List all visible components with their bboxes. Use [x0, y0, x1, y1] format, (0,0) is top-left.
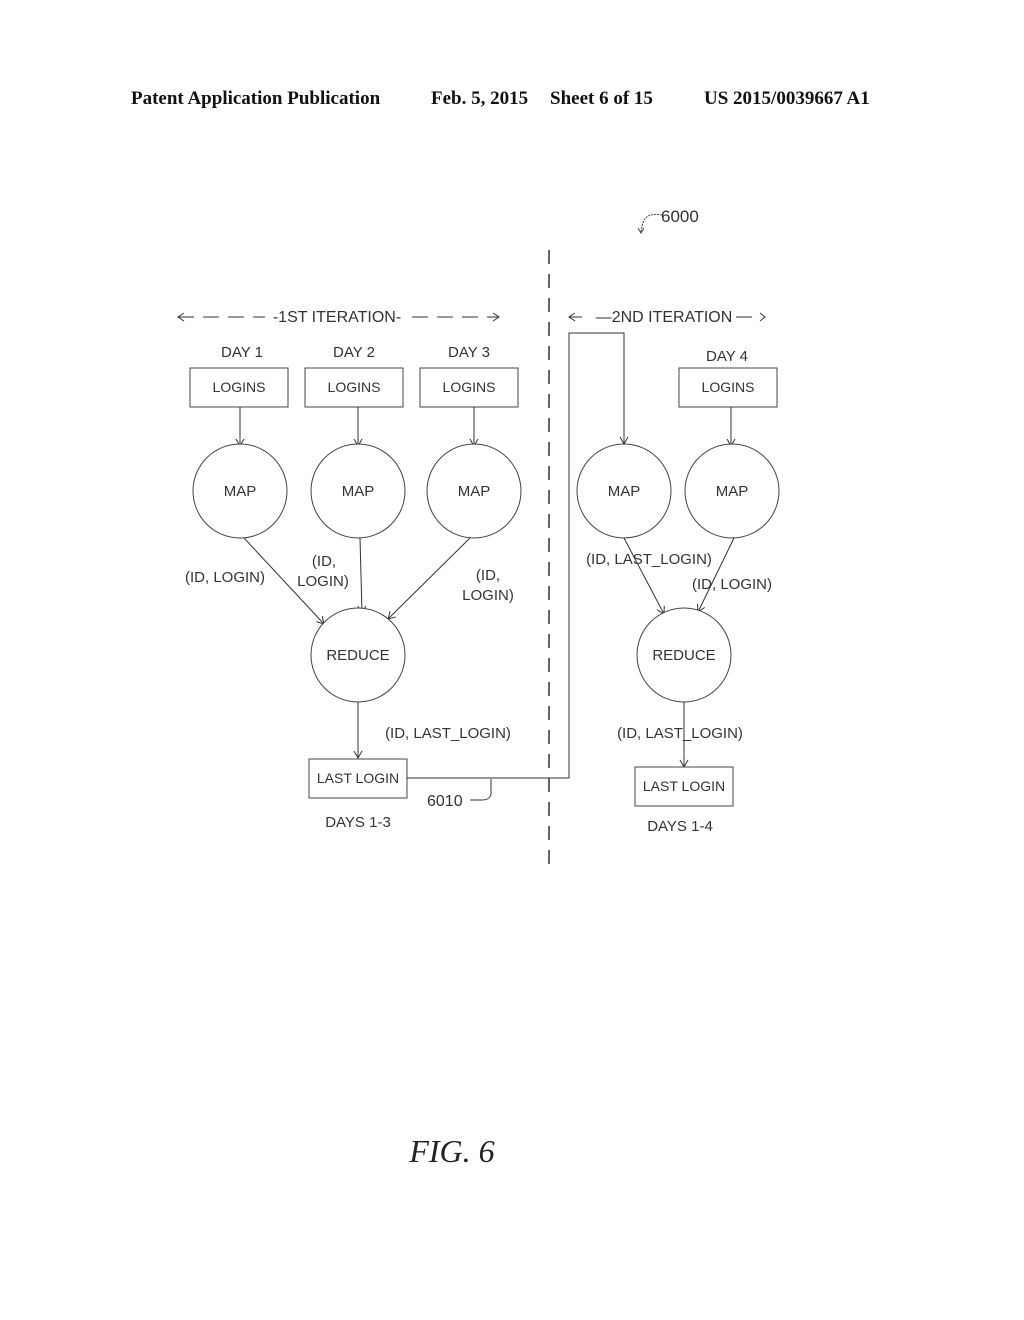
edge-map3-reduce1	[387, 537, 471, 620]
edge-label-map5: (ID, LOGIN)	[692, 576, 772, 593]
day-2-label: DAY 2	[333, 344, 375, 361]
day-4-label: DAY 4	[706, 348, 748, 365]
last-login-label: LAST LOGIN	[317, 770, 399, 786]
ref-6000-label: 6000	[661, 207, 699, 226]
edge-map4-reduce2	[623, 537, 665, 615]
logins-label: LOGINS	[702, 379, 755, 395]
iteration-1-label: -1ST ITERATION-	[273, 309, 401, 326]
map-label: MAP	[458, 483, 491, 500]
logins-label: LOGINS	[443, 379, 496, 395]
edge-label-map1: (ID, LOGIN)	[185, 569, 265, 586]
logins-label: LOGINS	[328, 379, 381, 395]
reduce-node-1: REDUCE	[310, 607, 406, 703]
map-label: MAP	[716, 483, 749, 500]
iteration-2-label: —2ND ITERATION	[596, 309, 733, 326]
edge-label-map2-line1: (ID,	[312, 553, 336, 570]
reduce-node-2: REDUCE	[636, 607, 732, 703]
leader-line-6000	[640, 213, 663, 233]
logins-box-day3: LOGINS	[419, 367, 519, 408]
days-1-3-label: DAYS 1-3	[325, 814, 391, 831]
logins-box-day1: LOGINS	[189, 367, 289, 408]
last-login-box-days-1-3: LAST LOGIN	[308, 758, 408, 799]
map-label: MAP	[224, 483, 257, 500]
reduce-label: REDUCE	[652, 647, 715, 664]
map-label: MAP	[608, 483, 641, 500]
logins-box-day4: LOGINS	[678, 367, 778, 408]
edge-label-map3-line1: (ID,	[476, 567, 500, 584]
edge-map2-reduce1	[357, 537, 367, 615]
iteration-2-banner: —2ND ITERATION	[568, 309, 766, 326]
map-label: MAP	[342, 483, 375, 500]
last-login-box-days-1-4: LAST LOGIN	[634, 766, 734, 807]
day-1-label: DAY 1	[221, 344, 263, 361]
day-3-label: DAY 3	[448, 344, 490, 361]
edge-label-map3-line2: LOGIN)	[462, 587, 514, 604]
map-node-1: MAP	[192, 443, 288, 539]
reduce-label: REDUCE	[326, 647, 389, 664]
map-node-5: MAP	[684, 443, 780, 539]
days-1-4-label: DAYS 1-4	[647, 818, 713, 835]
edge-map5-reduce2	[696, 537, 735, 613]
map-node-2: MAP	[310, 443, 406, 539]
leader-line-6010	[470, 779, 492, 801]
edge-label-map4: (ID, LAST_LOGIN)	[586, 551, 712, 568]
edge-label-reduce1: (ID, LAST_LOGIN)	[385, 725, 511, 742]
arrow-right-icon	[759, 312, 766, 322]
reference-6000: 6000	[637, 207, 699, 234]
logins-label: LOGINS	[213, 379, 266, 395]
edge-label-map2-line2: LOGIN)	[297, 573, 349, 590]
figure-caption: FIG. 6	[408, 1133, 494, 1169]
mapreduce-diagram: 6000 -1ST ITERATION- —2ND ITERATION DAY …	[177, 207, 780, 1169]
last-login-label: LAST LOGIN	[643, 778, 725, 794]
edge-label-reduce2: (ID, LAST_LOGIN)	[617, 725, 743, 742]
ref-6010-label: 6010	[427, 793, 463, 810]
logins-box-day2: LOGINS	[304, 367, 404, 408]
iteration-1-banner: -1ST ITERATION-	[177, 309, 500, 326]
map-node-4: MAP	[576, 443, 672, 539]
map-node-3: MAP	[426, 443, 522, 539]
